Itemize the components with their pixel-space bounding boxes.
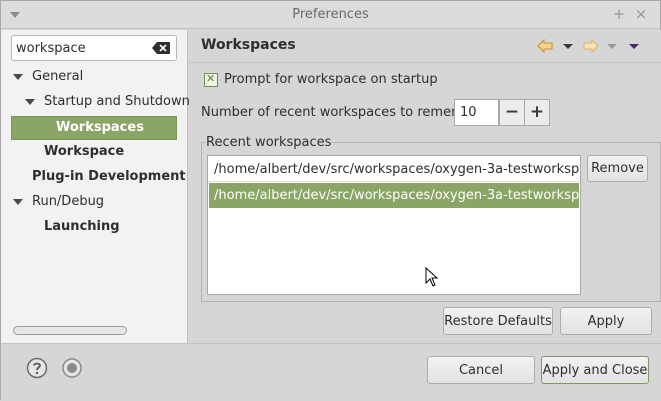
tree-item-label: Launching [44,219,120,234]
tree-item-workspace[interactable]: Workspace [44,141,124,163]
tree-item-launching[interactable]: Launching [44,216,120,238]
filter-input[interactable] [16,38,146,58]
tree-item-workspaces[interactable]: Workspaces [56,117,144,139]
preferences-window: Preferences + × General Startup and Shut… [0,0,661,401]
header-divider [189,62,661,63]
tree-item-label: General [32,69,84,84]
forward-menu-chevron-icon[interactable] [607,38,617,54]
help-icon[interactable] [26,357,48,379]
apply-button[interactable]: Apply [560,307,652,335]
remove-button[interactable]: Remove [587,155,648,182]
recent-count-input[interactable] [454,99,499,126]
tree-item-run-debug[interactable]: Run/Debug [11,191,104,213]
tree-item-label: Run/Debug [32,194,105,209]
prompt-workspace-label: Prompt for workspace on startup [224,72,438,87]
preferences-tree-panel: General Startup and Shutdown Workspaces … [1,30,190,343]
tree-item-label: Workspace [44,144,125,159]
recent-workspaces-list[interactable]: /home/albert/dev/src/workspaces/oxygen-3… [207,155,581,295]
mouse-pointer-icon [425,267,439,287]
list-item[interactable]: /home/albert/dev/src/workspaces/oxygen-3… [209,157,579,182]
page-title: Workspaces [201,37,296,53]
restore-defaults-button[interactable]: Restore Defaults [443,307,553,335]
recent-count-label: Number of recent workspaces to remember: [201,105,490,120]
decrement-button[interactable]: − [499,99,525,126]
prompt-workspace-checkbox[interactable] [204,72,218,87]
tree-item-label: Startup and Shutdown [44,94,190,109]
increment-button[interactable]: + [524,99,550,126]
apply-and-close-button[interactable]: Apply and Close [541,356,649,384]
tree-item-label: Plug-in Development [32,169,186,184]
expand-arrow-icon[interactable] [13,74,23,80]
forward-arrow-icon[interactable] [583,38,599,54]
cancel-button[interactable]: Cancel [427,356,535,384]
tree-item-startup-and-shutdown[interactable]: Startup and Shutdown [23,91,190,113]
tree-item-plug-in-development[interactable]: Plug-in Development [32,166,186,188]
expand-arrow-icon[interactable] [13,199,23,205]
view-menu-icon[interactable] [629,38,639,54]
record-macro-icon[interactable] [61,357,83,379]
back-menu-chevron-icon[interactable] [563,38,573,54]
clear-text-icon[interactable] [152,42,170,54]
close-icon[interactable]: × [632,4,650,24]
back-arrow-icon[interactable] [537,38,553,54]
title-bar: Preferences + × [1,1,660,29]
tree-horizontal-scrollbar[interactable] [11,325,177,337]
maximize-icon[interactable]: + [610,4,628,24]
recent-workspaces-group-label: Recent workspaces [205,135,333,150]
tree-item-label: Workspaces [56,120,144,135]
window-title: Preferences [292,7,369,22]
expand-arrow-icon[interactable] [25,99,35,105]
tree-item-general[interactable]: General [11,66,83,88]
preference-page: Workspaces Prompt for workspace on start… [189,30,661,343]
scrollbar-thumb[interactable] [13,326,127,335]
dialog-button-bar: Cancel Apply and Close [1,343,661,401]
list-item-selected[interactable]: /home/albert/dev/src/workspaces/oxygen-3… [209,183,579,208]
filter-field[interactable] [11,35,177,61]
